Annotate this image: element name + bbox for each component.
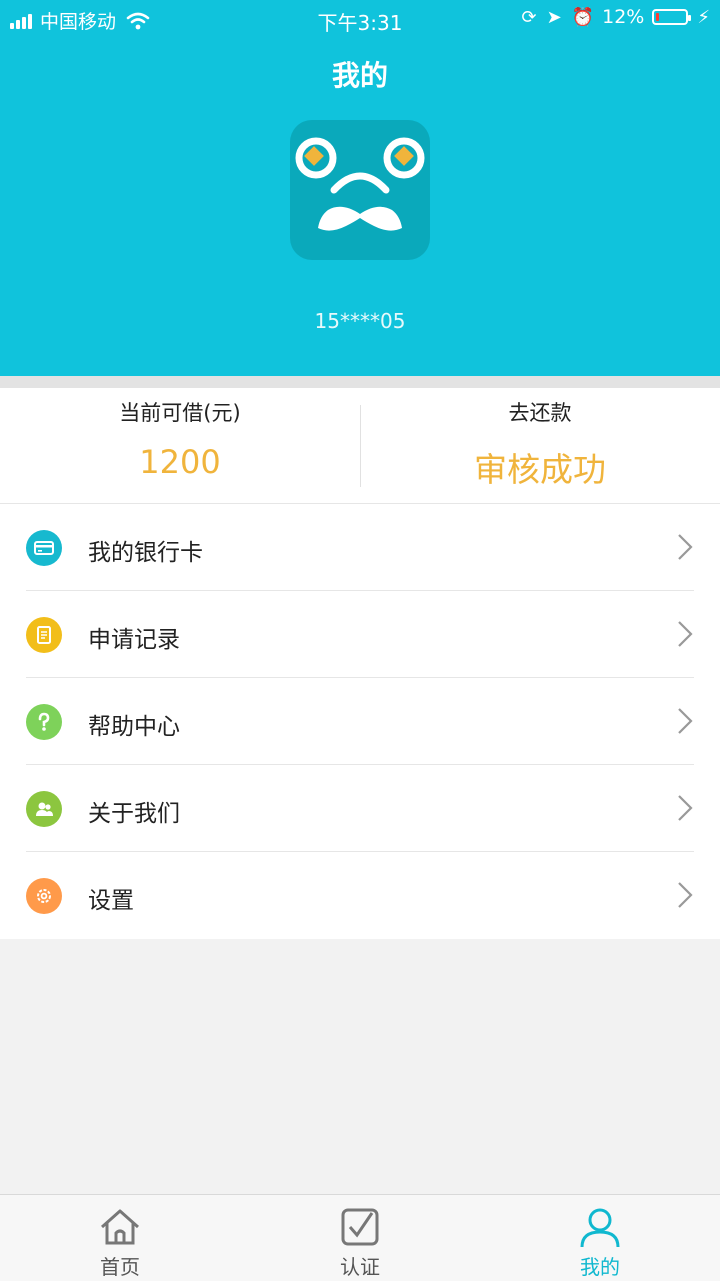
menu-label: 我的银行卡 [88, 540, 203, 566]
menu-item-about-us[interactable]: 关于我们 [0, 765, 720, 852]
gear-icon [26, 878, 62, 914]
tab-label: 认证 [340, 1255, 380, 1279]
stats-divider [360, 405, 361, 487]
menu-label: 关于我们 [88, 801, 180, 827]
mascot-logo-icon [295, 137, 425, 231]
menu-label: 帮助中心 [88, 714, 180, 740]
repay-section[interactable]: 去还款 审核成功 [360, 388, 720, 503]
chevron-right-icon [678, 534, 693, 560]
status-bar: 中国移动 下午3:31 ⟳ ➤ ⏰ 12% ⚡ [0, 0, 720, 36]
chevron-right-icon [678, 795, 693, 821]
alarm-icon: ⏰ [571, 6, 595, 28]
menu-label: 设置 [88, 888, 134, 914]
menu-item-help-center[interactable]: 帮助中心 [0, 678, 720, 765]
phone-number: 15****05 [314, 309, 406, 333]
orientation-lock-icon: ⟳ [521, 6, 537, 28]
tab-label: 我的 [580, 1255, 620, 1279]
menu-item-application-records[interactable]: 申请记录 [0, 591, 720, 678]
available-credit[interactable]: 当前可借(元) 1200 [0, 388, 360, 503]
menu-label: 申请记录 [88, 627, 180, 653]
question-icon [26, 704, 62, 740]
menu-item-bank-card[interactable]: 我的银行卡 [0, 504, 720, 591]
tab-verify[interactable]: 认证 [240, 1195, 480, 1281]
tab-bar: 首页 认证 我的 [0, 1194, 720, 1281]
document-icon [26, 617, 62, 653]
menu-item-settings[interactable]: 设置 [0, 852, 720, 939]
profile-header: 中国移动 下午3:31 ⟳ ➤ ⏰ 12% ⚡ 我的 15****05 [0, 0, 720, 376]
available-credit-value: 1200 [139, 443, 221, 481]
users-icon [26, 791, 62, 827]
avatar[interactable] [290, 120, 430, 260]
home-icon [101, 1209, 139, 1245]
tab-home[interactable]: 首页 [0, 1195, 240, 1281]
repay-label: 去还款 [508, 401, 572, 425]
battery-percent: 12% [602, 6, 645, 28]
bank-card-icon [26, 530, 62, 566]
battery-icon [652, 9, 692, 25]
chevron-right-icon [678, 621, 693, 647]
available-credit-label: 当前可借(元) [119, 401, 241, 425]
review-status: 审核成功 [474, 450, 606, 489]
user-icon [580, 1208, 620, 1248]
chevron-right-icon [678, 882, 693, 908]
tab-mine[interactable]: 我的 [480, 1195, 720, 1281]
location-icon: ➤ [546, 6, 562, 28]
charging-icon: ⚡ [697, 6, 710, 28]
check-square-icon [341, 1208, 379, 1246]
page-title: 我的 [331, 59, 388, 92]
section-divider [0, 376, 720, 388]
chevron-right-icon [678, 708, 693, 734]
menu-list: 我的银行卡 申请记录 帮助中心 关于我们 设置 [0, 504, 720, 939]
tab-label: 首页 [100, 1255, 140, 1279]
